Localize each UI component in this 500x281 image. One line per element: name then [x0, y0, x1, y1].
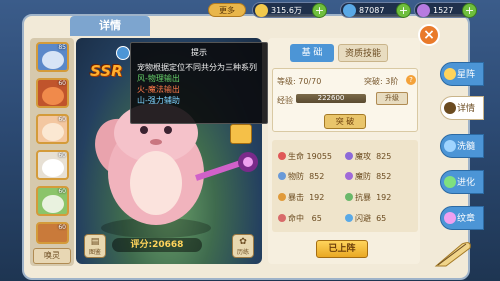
close-button[interactable]: ×	[418, 24, 440, 46]
lilian-label: 历练	[236, 249, 249, 256]
tuji-label: 图鉴	[88, 249, 101, 256]
tooltip-line-mountain: 山-强力辅助	[137, 96, 180, 105]
gem-value: 87087	[359, 5, 385, 15]
add-gold-button[interactable]: +	[312, 3, 327, 18]
crit-icon	[278, 193, 286, 201]
crystal-value: 1527	[433, 5, 454, 15]
tooltip-line-fire: 火-魔法输出	[137, 85, 180, 94]
stat-crit: 暴击 192	[278, 192, 324, 203]
gem-currency: 87087 +	[340, 2, 411, 18]
quill-icon[interactable]	[432, 238, 474, 268]
wash-icon	[444, 140, 456, 152]
pet-level: 60	[58, 152, 66, 159]
stat-crit-resist: 抗暴 192	[345, 192, 391, 203]
element-icon[interactable]	[116, 46, 130, 60]
exp-value: 222600	[317, 94, 345, 102]
pet-card[interactable]: 60	[36, 150, 69, 180]
tooltip-line: 宠物根据定位不同共分为三种系列	[137, 63, 257, 72]
pet-food-icon[interactable]	[230, 124, 252, 144]
tab-basic[interactable]: 基 础	[290, 44, 334, 62]
pet-level: 85	[58, 44, 66, 51]
star-icon	[444, 68, 456, 80]
stat-dodge: 闪避 65	[345, 213, 386, 224]
pet-portrait	[42, 159, 64, 177]
stat-magic-defense: 魔防 852	[345, 171, 391, 182]
pet-card[interactable]: 60	[36, 78, 69, 108]
heart-icon	[278, 152, 286, 160]
page-title: 详情	[70, 16, 150, 36]
nav-star-array[interactable]: 星阵	[440, 62, 484, 86]
paw-icon	[444, 102, 456, 114]
info-icon[interactable]: ?	[406, 75, 416, 85]
stat-magic-attack: 魔攻 825	[345, 151, 391, 162]
pet-level: 60	[58, 224, 66, 231]
stat-hp: 生命 19055	[278, 151, 332, 162]
hit-icon	[278, 214, 286, 222]
pet-level: 60	[58, 80, 66, 87]
purple-crystal-icon	[417, 4, 430, 17]
level-label: 等级: 70/70	[277, 77, 322, 86]
evolve-icon	[444, 176, 456, 188]
pet-card[interactable]: 60	[36, 114, 69, 144]
exp-label: 经验	[277, 96, 293, 105]
pet-portrait	[42, 51, 64, 69]
crit-resist-icon	[345, 193, 353, 201]
upgrade-button[interactable]: 升级	[376, 92, 408, 105]
nav-evolve[interactable]: 进化	[440, 170, 484, 194]
tooltip-title: 提示	[191, 48, 207, 57]
add-crystal-button[interactable]: +	[462, 3, 477, 18]
tooltip-line-wind: 风-物理输出	[137, 74, 180, 83]
pet-level: 60	[58, 188, 66, 195]
breakthrough-button[interactable]: 突 破	[324, 114, 366, 129]
tuji-button[interactable]: ▤ 图鉴	[84, 234, 106, 258]
nav-wash[interactable]: 洗髓	[440, 134, 484, 158]
lilian-button[interactable]: ✿ 历练	[232, 234, 254, 258]
tab-talent[interactable]: 资质技能	[338, 44, 388, 62]
more-button[interactable]: 更多	[208, 3, 246, 17]
deployed-button[interactable]: 已上阵	[316, 240, 368, 258]
pet-level: 60	[58, 116, 66, 123]
crystal-currency: 1527 +	[414, 2, 477, 18]
stat-physical-defense: 物防 852	[278, 171, 324, 182]
gold-currency: 315.6万 +	[252, 2, 327, 18]
paw-icon: ✿	[239, 237, 247, 247]
blue-gem-icon	[343, 4, 356, 17]
stat-hit: 命中 65	[278, 213, 322, 224]
book-icon: ▤	[90, 237, 100, 247]
pet-card[interactable]: 60	[36, 186, 69, 216]
physical-defense-icon	[278, 172, 286, 180]
magic-attack-icon	[345, 152, 353, 160]
close-icon: ×	[423, 27, 435, 43]
dodge-icon	[345, 214, 353, 222]
crest-icon	[444, 212, 456, 224]
pet-portrait	[42, 123, 64, 141]
pet-portrait	[42, 87, 64, 105]
nav-crest[interactable]: 纹章	[440, 206, 484, 230]
break-label: 突破: 3阶	[364, 77, 399, 86]
nav-detail[interactable]: 详情	[440, 96, 484, 120]
score-display: 评分:20668	[112, 238, 202, 252]
add-gem-button[interactable]: +	[396, 3, 411, 18]
summon-button[interactable]: 唤灵	[33, 248, 71, 264]
pet-card[interactable]: 85	[36, 42, 69, 72]
pet-card[interactable]: 60	[36, 222, 69, 244]
element-tooltip: 提示 宠物根据定位不同共分为三种系列 风-物理输出 火-魔法输出 山-强力辅助	[130, 42, 268, 124]
gold-value: 315.6万	[271, 5, 302, 15]
magic-defense-icon	[345, 172, 353, 180]
gold-coin-icon	[255, 4, 268, 17]
rarity-badge: SSR	[90, 62, 123, 80]
pet-portrait	[42, 195, 64, 213]
